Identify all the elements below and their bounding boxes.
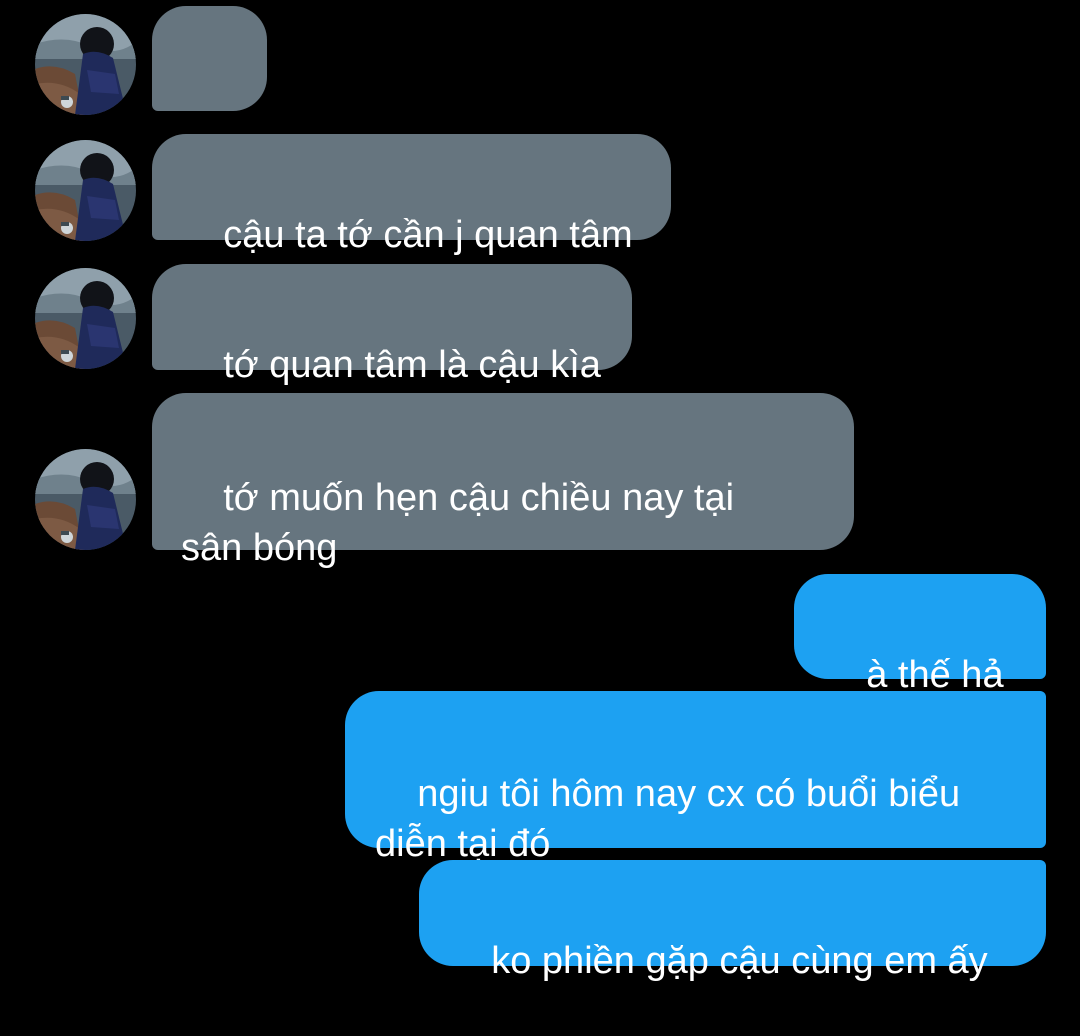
outgoing-message-bubble[interactable]: ko phiền gặp cậu cùng em ấy	[419, 860, 1046, 982]
profile-photo-icon	[35, 14, 136, 115]
profile-photo-icon	[35, 268, 136, 369]
message-text: cậu ta tớ cần j quan tâm	[223, 214, 633, 256]
incoming-message-bubble[interactable]: ko	[152, 6, 267, 178]
message-text: tớ muốn hẹn cậu chiều nay tại sân bóng	[181, 477, 735, 569]
sender-avatar[interactable]	[35, 14, 136, 115]
incoming-message-bubble[interactable]: cậu ta tớ cần j quan tâm	[152, 134, 671, 256]
incoming-message-bubble[interactable]: tớ quan tâm là cậu kìa	[152, 264, 632, 386]
sender-avatar[interactable]	[35, 268, 136, 369]
profile-photo-icon	[35, 449, 136, 550]
outgoing-message-bubble[interactable]: à thế hả ?	[794, 574, 1046, 746]
sender-avatar[interactable]	[35, 140, 136, 241]
message-text: tớ quan tâm là cậu kìa	[223, 344, 601, 386]
sender-avatar[interactable]	[35, 449, 136, 550]
message-text: ko phiền gặp cậu cùng em ấy	[491, 940, 988, 982]
message-text: ngiu tôi hôm nay cx có buổi biểu diễn tạ…	[375, 773, 961, 865]
outgoing-message-bubble[interactable]: ngiu tôi hôm nay cx có buổi biểu diễn tạ…	[345, 691, 1046, 865]
incoming-message-bubble[interactable]: tớ muốn hẹn cậu chiều nay tại sân bóng	[152, 393, 854, 569]
profile-photo-icon	[35, 140, 136, 241]
